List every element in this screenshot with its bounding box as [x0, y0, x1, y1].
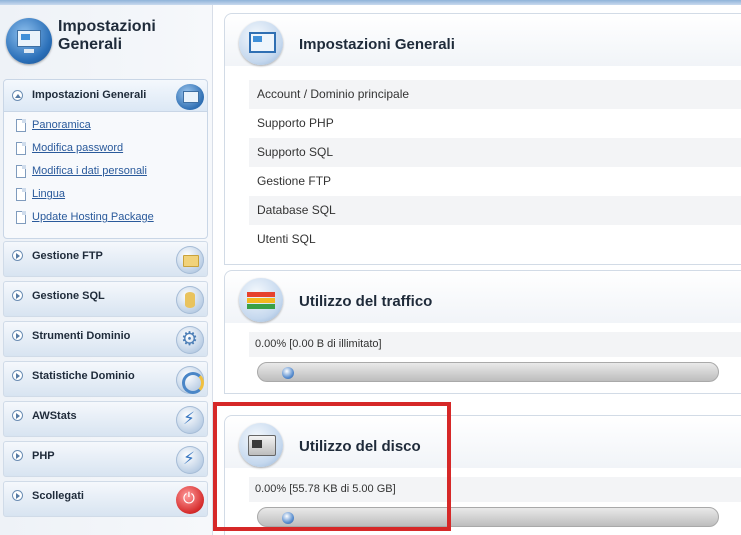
list-item[interactable]: Utenti SQL: [249, 225, 741, 254]
document-icon: [16, 211, 26, 224]
sidebar-item-awstats[interactable]: AWStats: [3, 401, 208, 437]
document-icon: [16, 119, 26, 132]
document-icon: [16, 165, 26, 178]
expand-arrow-icon: [12, 490, 23, 501]
card-title: Impostazioni Generali: [299, 36, 455, 53]
list-item[interactable]: Gestione FTP: [249, 167, 741, 196]
database-icon: [176, 286, 204, 314]
sidebar-link-panoramica[interactable]: Panoramica: [16, 118, 196, 134]
traffic-progress-bar: [257, 362, 719, 382]
list-item[interactable]: Supporto PHP: [249, 109, 741, 138]
power-icon: [176, 486, 204, 514]
traffic-stat: 0.00% [0.00 B di illimitato]: [249, 332, 741, 357]
sidebar-link-dati-personali[interactable]: Modifica i dati personali: [16, 164, 196, 180]
link-panoramica[interactable]: Panoramica: [32, 119, 91, 131]
expand-arrow-icon: [12, 410, 23, 421]
traffic-progress-row: [249, 357, 741, 382]
sidebar-item-gestione-ftp[interactable]: Gestione FTP: [3, 241, 208, 277]
sidebar-title: Impostazioni Generali: [58, 18, 156, 53]
gear-icon: [176, 326, 204, 354]
link-update-hosting[interactable]: Update Hosting Package: [32, 211, 154, 223]
expand-arrow-icon: [12, 250, 23, 261]
traffic-usage-card: Utilizzo del traffico 0.00% [0.00 B di i…: [224, 270, 741, 394]
expand-arrow-icon: [12, 330, 23, 341]
sidebar-item-gestione-sql[interactable]: Gestione SQL: [3, 281, 208, 317]
expand-arrow-icon: [12, 450, 23, 461]
list-item[interactable]: Supporto SQL: [249, 138, 741, 167]
progress-knob: [282, 367, 294, 379]
sidebar-item-php[interactable]: PHP: [3, 441, 208, 477]
sidebar-header: Impostazioni Generali: [0, 5, 213, 75]
sidebar-item-strumenti-dominio[interactable]: Strumenti Dominio: [3, 321, 208, 357]
sidebar-item-label: Statistiche Dominio: [32, 370, 135, 382]
card-header: Impostazioni Generali: [225, 14, 741, 66]
sidebar-item-statistiche-dominio[interactable]: Statistiche Dominio: [3, 361, 208, 397]
document-icon: [16, 142, 26, 155]
folder-icon: [176, 246, 204, 274]
sidebar-panel-header[interactable]: Impostazioni Generali: [4, 80, 207, 112]
list-item[interactable]: Account / Dominio principale: [249, 80, 741, 109]
sidebar-item-label: Gestione SQL: [32, 290, 105, 302]
card-header: Utilizzo del traffico: [225, 271, 741, 323]
sidebar-link-modifica-password[interactable]: Modifica password: [16, 141, 196, 157]
lightning-icon: [176, 406, 204, 434]
settings-list: Account / Dominio principale Supporto PH…: [249, 80, 741, 254]
books-icon: [239, 278, 283, 322]
sidebar-link-update-hosting[interactable]: Update Hosting Package: [16, 210, 196, 226]
link-modifica-password[interactable]: Modifica password: [32, 142, 123, 154]
link-dati-personali[interactable]: Modifica i dati personali: [32, 165, 147, 177]
card-title: Utilizzo del traffico: [299, 293, 433, 310]
sidebar-item-label: Scollegati: [32, 490, 84, 502]
sidebar-item-scollegati[interactable]: Scollegati: [3, 481, 208, 517]
sidebar-item-label: Gestione FTP: [32, 250, 103, 262]
chart-icon: [176, 366, 204, 394]
sidebar-panel-impostazioni: Impostazioni Generali Panoramica Modific…: [3, 79, 208, 239]
highlight-box: [213, 402, 451, 531]
link-lingua[interactable]: Lingua: [32, 188, 65, 200]
sidebar-item-label: PHP: [32, 450, 55, 462]
sidebar-panel-title: Impostazioni Generali: [32, 89, 147, 101]
document-icon: [16, 188, 26, 201]
list-item[interactable]: Database SQL: [249, 196, 741, 225]
monitor-icon: [239, 21, 283, 65]
monitor-icon: [6, 18, 52, 64]
sidebar-item-label: Strumenti Dominio: [32, 330, 131, 342]
collapse-arrow-icon[interactable]: [12, 90, 23, 101]
monitor-icon: [176, 84, 204, 110]
sidebar-link-lingua[interactable]: Lingua: [16, 187, 196, 203]
expand-arrow-icon: [12, 370, 23, 381]
expand-arrow-icon: [12, 290, 23, 301]
general-settings-card: Impostazioni Generali Account / Dominio …: [224, 13, 741, 265]
sidebar: Impostazioni Generali Impostazioni Gener…: [0, 5, 213, 535]
lightning-icon: [176, 446, 204, 474]
sidebar-item-label: AWStats: [32, 410, 77, 422]
